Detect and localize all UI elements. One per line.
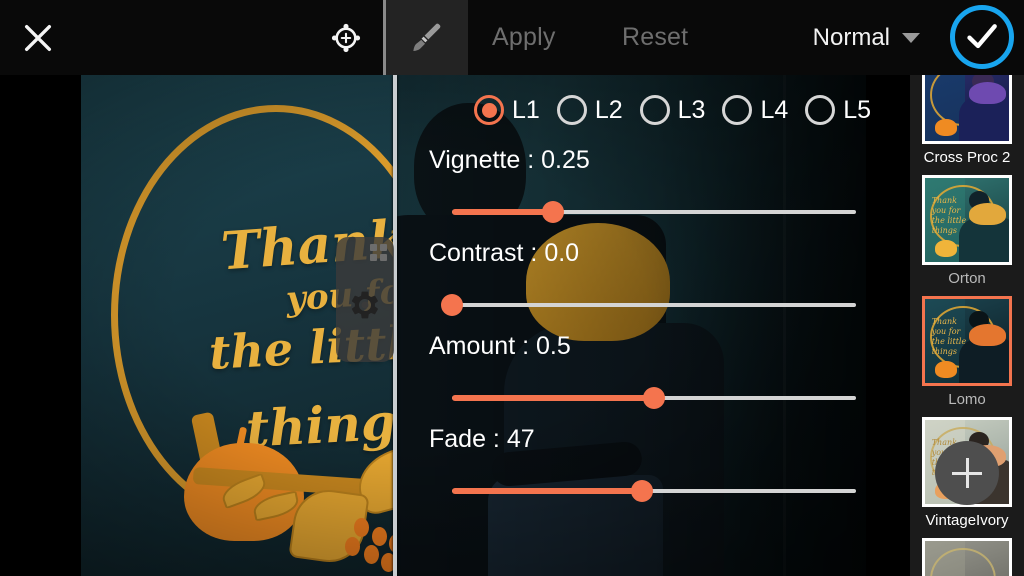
radio-l1[interactable] (474, 95, 504, 125)
slider-label-contrast: Contrast : 0.0 (429, 239, 580, 267)
slider-control-fade[interactable] (452, 480, 856, 502)
preset-sidebar[interactable]: Cross Proc 2 Thank you for the little thing… (910, 75, 1024, 576)
preset-label: Cross Proc 2 (923, 149, 1011, 166)
slider-control-contrast[interactable] (441, 294, 856, 316)
close-icon (24, 24, 52, 52)
slider-fill (452, 395, 654, 401)
photo-editor-screen: Thank you for the little things (0, 0, 1024, 576)
slider-thumb-vignette[interactable] (542, 201, 564, 223)
preset-thumbnail[interactable]: Thankyou forthe littlethings (922, 175, 1012, 265)
apply-button[interactable]: Apply (492, 0, 556, 75)
layer-option-l4[interactable]: L4 (722, 95, 805, 125)
reset-button[interactable]: Reset (622, 0, 688, 75)
preset-item-orton[interactable]: Thank you for the little things Orton (910, 172, 1024, 293)
layer-label-l2: L2 (594, 95, 623, 124)
close-button[interactable] (16, 16, 60, 60)
preset-thumbnail[interactable] (922, 75, 1012, 144)
top-toolbar: Apply Reset Normal (0, 0, 1024, 75)
layer-option-l3[interactable]: L3 (639, 95, 723, 125)
slider-vignette: Vignette : 0.25 (420, 146, 870, 223)
radio-l3[interactable] (639, 95, 670, 125)
preset-item-partial[interactable] (910, 535, 1024, 576)
preset-label: VintageIvory (925, 512, 1009, 529)
target-crosshair-icon (331, 23, 361, 53)
slider-control-amount[interactable] (452, 387, 856, 409)
add-preset-button[interactable] (935, 441, 999, 505)
slider-fill (452, 488, 642, 494)
preset-thumbnail-selected[interactable]: Thank you for the little things (922, 296, 1012, 386)
grip-dots-icon[interactable] (370, 244, 387, 261)
confirm-button[interactable] (950, 5, 1014, 69)
preset-item-cross-proc-2[interactable]: Cross Proc 2 (910, 75, 1024, 172)
brush-icon (412, 23, 440, 51)
slider-amount: Amount : 0.5 (420, 332, 870, 409)
slider-fill (452, 209, 553, 215)
layer-label-l1: L1 (512, 95, 540, 124)
slider-thumb-fade[interactable] (630, 480, 653, 502)
floating-tool-widget[interactable] (336, 237, 394, 362)
slider-track[interactable] (452, 303, 856, 307)
blend-mode-value: Normal (812, 23, 890, 51)
slider-control-vignette[interactable] (452, 201, 856, 223)
layer-label-l3: L3 (677, 95, 706, 124)
slider-contrast: Contrast : 0.0 (420, 239, 870, 316)
target-button[interactable] (324, 16, 368, 60)
preset-thumbnail[interactable] (922, 538, 1012, 576)
checkmark-icon (967, 24, 997, 49)
gear-icon[interactable] (349, 289, 381, 326)
preset-label: Orton (948, 270, 986, 287)
layer-option-l2[interactable]: L2 (556, 95, 640, 125)
radio-l4[interactable] (722, 95, 753, 125)
layer-label-l5: L5 (843, 95, 872, 124)
adjustment-controls-panel: L1 L2 L3 L4 L5 Vignette : 0.25 Contrast … (420, 90, 871, 502)
slider-label-amount: Amount : 0.5 (429, 332, 571, 360)
slider-fade: Fade : 47 (420, 425, 870, 502)
radio-l2[interactable] (556, 95, 587, 125)
slider-thumb-amount[interactable] (643, 387, 665, 409)
blend-mode-dropdown[interactable]: Normal (813, 0, 920, 75)
layer-option-l5[interactable]: L5 (805, 95, 888, 125)
preset-label: Lomo (948, 391, 986, 408)
layer-option-l1[interactable]: L1 (474, 95, 557, 125)
layer-selector: L1 L2 L3 L4 L5 (474, 90, 871, 130)
chevron-down-icon (902, 32, 920, 43)
radio-l5[interactable] (805, 95, 836, 125)
slider-thumb-contrast[interactable] (441, 294, 463, 316)
preset-item-lomo[interactable]: Thank you for the little things Lomo (910, 293, 1024, 414)
layer-label-l4: L4 (760, 95, 789, 124)
slider-label-vignette: Vignette : 0.25 (429, 146, 590, 174)
brush-tool-button[interactable] (383, 0, 468, 75)
slider-label-fade: Fade : 47 (429, 425, 535, 453)
